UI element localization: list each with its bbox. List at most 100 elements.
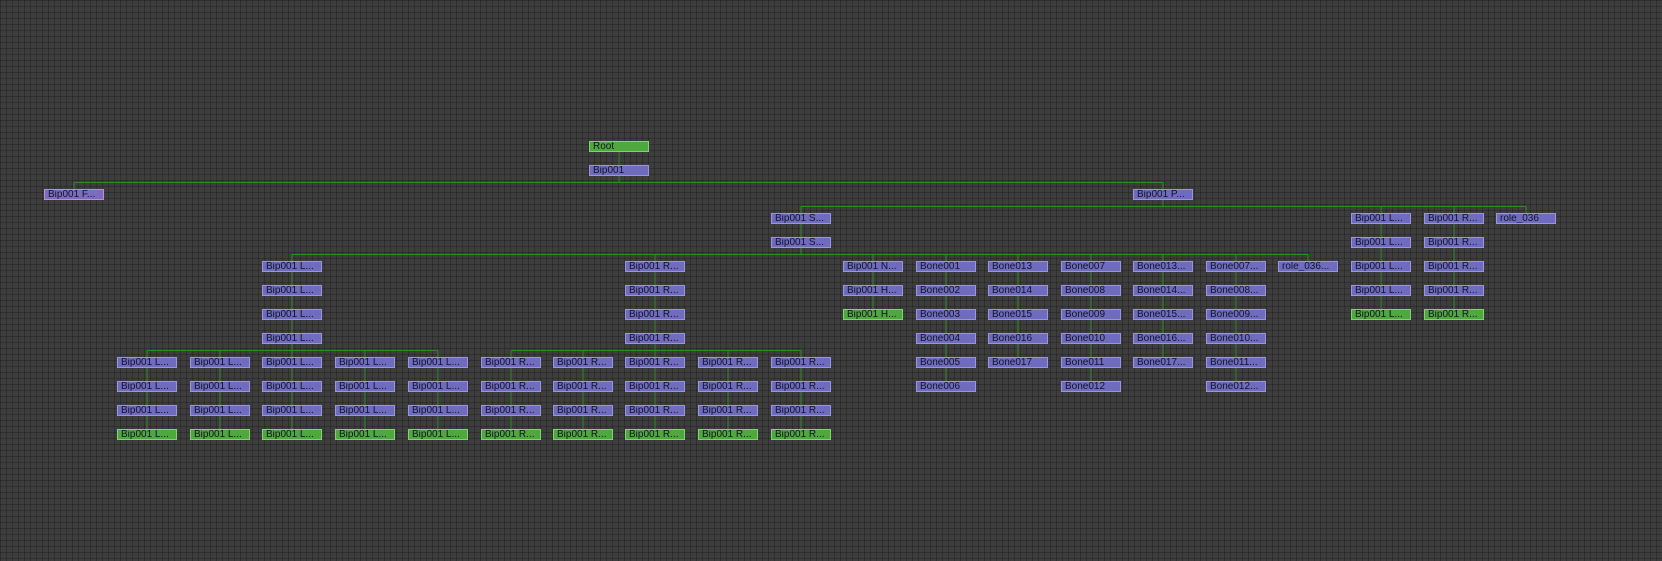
node-bip001-r[interactable]: Bip001 R...	[771, 405, 831, 416]
node-bone015[interactable]: Bone015	[988, 309, 1048, 320]
node-bip001-r[interactable]: Bip001 R...	[625, 261, 685, 272]
node-bone017[interactable]: Bone017...	[1133, 357, 1193, 368]
node-bip001-r[interactable]: Bip001 R...	[625, 285, 685, 296]
node-bip001-l[interactable]: Bip001 L...	[1351, 309, 1411, 320]
node-bip001-l[interactable]: Bip001 L...	[117, 429, 177, 440]
node-bone011[interactable]: Bone011...	[1206, 357, 1266, 368]
node-bone017[interactable]: Bone017	[988, 357, 1048, 368]
node-root[interactable]: Root	[589, 141, 649, 152]
node-bip001-l[interactable]: Bip001 L...	[117, 357, 177, 368]
node-bone016[interactable]: Bone016	[988, 333, 1048, 344]
node-bip001-l[interactable]: Bip001 L...	[262, 357, 322, 368]
node-bone006[interactable]: Bone006	[916, 381, 976, 392]
node-bip001-r[interactable]: Bip001 R...	[625, 357, 685, 368]
node-bip001-r[interactable]: Bip001 R...	[771, 429, 831, 440]
node-bone002[interactable]: Bone002	[916, 285, 976, 296]
node-bone007[interactable]: Bone007...	[1206, 261, 1266, 272]
node-bip001-s[interactable]: Bip001 S...	[771, 213, 831, 224]
node-bip001-r[interactable]: Bip001 R...	[698, 381, 758, 392]
node-role-036[interactable]: role_036...	[1278, 261, 1338, 272]
node-bone012[interactable]: Bone012	[1061, 381, 1121, 392]
node-bip001-l[interactable]: Bip001 L...	[408, 357, 468, 368]
node-bip001-r[interactable]: Bip001 R...	[1424, 237, 1484, 248]
node-bip001-r[interactable]: Bip001 R...	[698, 357, 758, 368]
node-bone008[interactable]: Bone008...	[1206, 285, 1266, 296]
node-bip001-l[interactable]: Bip001 L...	[117, 381, 177, 392]
node-bone013[interactable]: Bone013...	[1133, 261, 1193, 272]
node-bone011[interactable]: Bone011	[1061, 357, 1121, 368]
node-bip001-l[interactable]: Bip001 L...	[1351, 285, 1411, 296]
node-bone010[interactable]: Bone010	[1061, 333, 1121, 344]
node-bip001-h[interactable]: Bip001 H...	[843, 309, 903, 320]
node-bone014[interactable]: Bone014	[988, 285, 1048, 296]
node-bone014[interactable]: Bone014...	[1133, 285, 1193, 296]
node-bip001-l[interactable]: Bip001 L...	[408, 405, 468, 416]
node-bip001-r[interactable]: Bip001 R...	[481, 429, 541, 440]
node-bip001-r[interactable]: Bip001 R...	[553, 429, 613, 440]
node-bone012[interactable]: Bone012...	[1206, 381, 1266, 392]
node-bone004[interactable]: Bone004	[916, 333, 976, 344]
node-bone016[interactable]: Bone016...	[1133, 333, 1193, 344]
node-bip001-r[interactable]: Bip001 R...	[771, 381, 831, 392]
node-bip001-p[interactable]: Bip001 P...	[1133, 189, 1193, 200]
node-bip001-r[interactable]: Bip001 R...	[771, 357, 831, 368]
node-bip001-s[interactable]: Bip001 S...	[771, 237, 831, 248]
node-bip001-l[interactable]: Bip001 L...	[262, 405, 322, 416]
node-bip001-r[interactable]: Bip001 R...	[625, 429, 685, 440]
node-bip001-l[interactable]: Bip001 L...	[117, 405, 177, 416]
node-bip001-r[interactable]: Bip001 R...	[1424, 261, 1484, 272]
node-bip001[interactable]: Bip001	[589, 165, 649, 176]
node-bip001-l[interactable]: Bip001 L...	[1351, 261, 1411, 272]
node-bone015[interactable]: Bone015...	[1133, 309, 1193, 320]
node-bip001-n[interactable]: Bip001 N...	[843, 261, 903, 272]
node-bip001-l[interactable]: Bip001 L...	[262, 285, 322, 296]
node-bone008[interactable]: Bone008	[1061, 285, 1121, 296]
node-bip001-l[interactable]: Bip001 L...	[262, 381, 322, 392]
node-bone009[interactable]: Bone009	[1061, 309, 1121, 320]
schematic-canvas[interactable]: Root Bip001 Bip001 F... Bip001 P... Bip001 S…	[0, 0, 1662, 561]
node-bip001-r[interactable]: Bip001 R...	[625, 405, 685, 416]
node-bip001-r[interactable]: Bip001 R...	[698, 429, 758, 440]
node-bip001-l[interactable]: Bip001 L...	[190, 405, 250, 416]
node-bip001-r[interactable]: Bip001 R...	[1424, 309, 1484, 320]
node-bip001-r[interactable]: Bip001 R...	[625, 381, 685, 392]
node-bip001-r[interactable]: Bip001 R...	[1424, 285, 1484, 296]
node-bip001-l[interactable]: Bip001 L...	[335, 357, 395, 368]
node-label: Bone008	[1065, 286, 1106, 296]
node-bip001-r[interactable]: Bip001 R...	[625, 333, 685, 344]
node-bip001-r[interactable]: Bip001 R...	[481, 381, 541, 392]
node-bip001-l[interactable]: Bip001 L...	[1351, 213, 1411, 224]
node-bip001-l[interactable]: Bip001 L...	[1351, 237, 1411, 248]
node-bip001-h[interactable]: Bip001 H...	[843, 285, 903, 296]
node-bip001-r[interactable]: Bip001 R...	[553, 357, 613, 368]
node-bone009[interactable]: Bone009...	[1206, 309, 1266, 320]
node-bip001-l[interactable]: Bip001 L...	[335, 405, 395, 416]
node-bip001-l[interactable]: Bip001 L...	[190, 429, 250, 440]
node-bip001-l[interactable]: Bip001 L...	[262, 333, 322, 344]
node-bip001-l[interactable]: Bip001 L...	[408, 381, 468, 392]
node-bip001-r[interactable]: Bip001 R...	[553, 381, 613, 392]
node-label: Bone003	[920, 310, 961, 320]
node-bip001-l[interactable]: Bip001 L...	[262, 429, 322, 440]
node-bip001-l[interactable]: Bip001 L...	[335, 429, 395, 440]
node-bip001-l[interactable]: Bip001 L...	[408, 429, 468, 440]
node-bone007[interactable]: Bone007	[1061, 261, 1121, 272]
node-bip001-r[interactable]: Bip001 R...	[625, 309, 685, 320]
node-bip001-l[interactable]: Bip001 L...	[335, 381, 395, 392]
node-bip001-r[interactable]: Bip001 R...	[698, 405, 758, 416]
node-bip001-f[interactable]: Bip001 F...	[44, 189, 104, 200]
node-role-036[interactable]: role_036	[1496, 213, 1556, 224]
node-bip001-l[interactable]: Bip001 L...	[262, 261, 322, 272]
node-bip001-l[interactable]: Bip001 L...	[262, 309, 322, 320]
node-bip001-r[interactable]: Bip001 R...	[553, 405, 613, 416]
node-bip001-r[interactable]: Bip001 R...	[481, 357, 541, 368]
node-bip001-r[interactable]: Bip001 R...	[481, 405, 541, 416]
node-bone005[interactable]: Bone005	[916, 357, 976, 368]
node-bip001-l[interactable]: Bip001 L...	[190, 357, 250, 368]
node-bone001[interactable]: Bone001	[916, 261, 976, 272]
node-bone010[interactable]: Bone010...	[1206, 333, 1266, 344]
node-bip001-l[interactable]: Bip001 L...	[190, 381, 250, 392]
node-bip001-r[interactable]: Bip001 R...	[1424, 213, 1484, 224]
node-bone013[interactable]: Bone013	[988, 261, 1048, 272]
node-bone003[interactable]: Bone003	[916, 309, 976, 320]
